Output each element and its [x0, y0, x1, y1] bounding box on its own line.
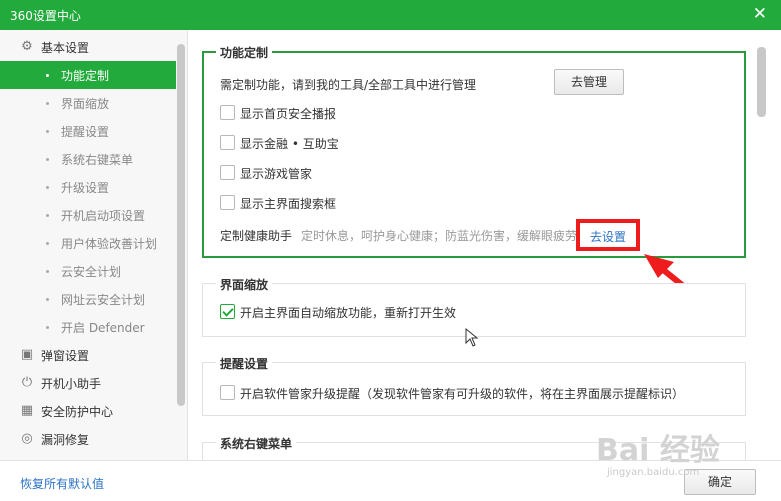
sidebar-item-reminder[interactable]: 提醒设置 — [0, 117, 176, 145]
content-scrollbar[interactable] — [757, 47, 766, 117]
checkbox-home-broadcast[interactable] — [220, 105, 235, 120]
baidu-watermark: Bai 经验 — [596, 433, 720, 468]
sidebar-item-context-menu[interactable]: 系统右键菜单 — [0, 145, 176, 173]
sidebar-item-upgrade[interactable]: 升级设置 — [0, 173, 176, 201]
go-settings-link[interactable]: 去设置 — [590, 228, 626, 245]
bullet-dot — [46, 214, 49, 217]
power-icon: ⏻ — [21, 375, 33, 390]
title-bar: 360设置中心 ✕ — [0, 0, 781, 30]
custom-description: 需定制功能，请到我的工具/全部工具中进行管理 — [220, 78, 477, 92]
sidebar-item-defender[interactable]: 开启 Defender — [0, 313, 176, 341]
sidebar-group-label: 漏洞修复 — [41, 433, 90, 447]
sidebar-item-label: 功能定制 — [61, 69, 110, 83]
close-icon[interactable]: ✕ — [753, 4, 767, 24]
gear-icon: ⚙ — [21, 39, 33, 54]
restore-defaults-link[interactable]: 恢复所有默认值 — [20, 475, 104, 492]
checkbox-auto-zoom[interactable] — [220, 304, 235, 319]
sidebar-item-ux-plan[interactable]: 用户体验改善计划 — [0, 229, 176, 257]
sidebar-item-label: 升级设置 — [61, 181, 110, 195]
bullet-dot — [46, 186, 49, 189]
sidebar-group-basic[interactable]: ⚙ 基本设置 — [0, 33, 176, 61]
bullet-dot — [46, 270, 49, 273]
baidu-watermark-url: jingyan.baidu.com — [607, 467, 700, 478]
sidebar-item-label: 界面缩放 — [61, 97, 110, 111]
option-label: 显示首页安全播报 — [240, 107, 337, 121]
checkbox-search-box[interactable] — [220, 195, 235, 210]
mouse-cursor-icon — [465, 328, 479, 347]
section-reminder-title: 提醒设置 — [216, 355, 273, 372]
sidebar-item-cloud-security[interactable]: 云安全计划 — [0, 257, 176, 285]
checkbox-finance[interactable] — [220, 135, 235, 150]
sidebar-item-label: 用户体验改善计划 — [61, 237, 158, 251]
sidebar-group-label: 弹窗设置 — [41, 349, 90, 363]
sidebar-item-startup[interactable]: 开机启动项设置 — [0, 201, 176, 229]
bullet-dot — [46, 158, 49, 161]
bullet-dot — [46, 326, 49, 329]
sidebar-item-label: 开机启动项设置 — [61, 209, 146, 223]
sidebar-group-label: 基本设置 — [41, 41, 90, 55]
bullet-dot — [46, 102, 49, 105]
popup-icon: ▣ — [20, 347, 34, 362]
sidebar-group-label: 安全防护中心 — [41, 405, 114, 419]
sidebar-group-popup[interactable]: ▣ 弹窗设置 — [0, 341, 176, 369]
bullet-dot — [46, 298, 49, 301]
window-title: 360设置中心 — [10, 9, 81, 23]
section-context-menu-title: 系统右键菜单 — [216, 435, 297, 452]
sidebar-group-vuln-fix[interactable]: ◎ 漏洞修复 — [0, 425, 176, 453]
checkbox-game-manager[interactable] — [220, 165, 235, 180]
sidebar-item-label: 提醒设置 — [61, 125, 110, 139]
sidebar: ⚙ 基本设置 功能定制 界面缩放 提醒设置 系统右键菜单 升级设置 开机启动项设… — [0, 30, 188, 460]
bullet-dot — [46, 74, 49, 77]
sidebar-group-label: 开机小助手 — [41, 377, 102, 391]
sidebar-item-label: 开启 Defender — [61, 321, 145, 335]
option-label: 显示金融 • 互助宝 — [240, 137, 339, 151]
bullet-dot — [46, 242, 49, 245]
health-assistant-label: 定制健康助手 — [220, 229, 293, 243]
option-label: 开启主界面自动缩放功能，重新打开生效 — [240, 306, 457, 320]
bullet-dot — [46, 130, 49, 133]
section-custom-title: 功能定制 — [216, 44, 273, 61]
sidebar-item-custom[interactable]: 功能定制 — [0, 61, 176, 89]
manage-button[interactable]: 去管理 — [554, 69, 624, 95]
patch-icon: ◎ — [21, 431, 33, 446]
sidebar-item-url-cloud[interactable]: 网址云安全计划 — [0, 285, 176, 313]
checkbox-upgrade-reminder[interactable] — [220, 385, 235, 400]
sidebar-item-label: 网址云安全计划 — [61, 293, 146, 307]
sidebar-group-boot-helper[interactable]: ⏻ 开机小助手 — [0, 369, 176, 397]
option-label: 显示主界面搜索框 — [240, 197, 337, 211]
sidebar-item-label: 系统右键菜单 — [61, 153, 134, 167]
sidebar-item-zoom[interactable]: 界面缩放 — [0, 89, 176, 117]
option-label: 开启软件管家升级提醒（发现软件管家有可升级的软件，将在主界面展示提醒标识） — [240, 387, 685, 401]
option-label: 显示游戏管家 — [240, 167, 313, 181]
section-zoom-title: 界面缩放 — [216, 276, 273, 293]
sidebar-scrollbar[interactable] — [177, 44, 185, 406]
shield-grid-icon: ▦ — [20, 403, 34, 418]
sidebar-group-security-center[interactable]: ▦ 安全防护中心 — [0, 397, 176, 425]
health-assistant-desc: 定时休息，呵护身心健康；防蓝光伤害，缓解眼疲劳 — [301, 229, 577, 243]
sidebar-item-label: 云安全计划 — [61, 265, 122, 279]
